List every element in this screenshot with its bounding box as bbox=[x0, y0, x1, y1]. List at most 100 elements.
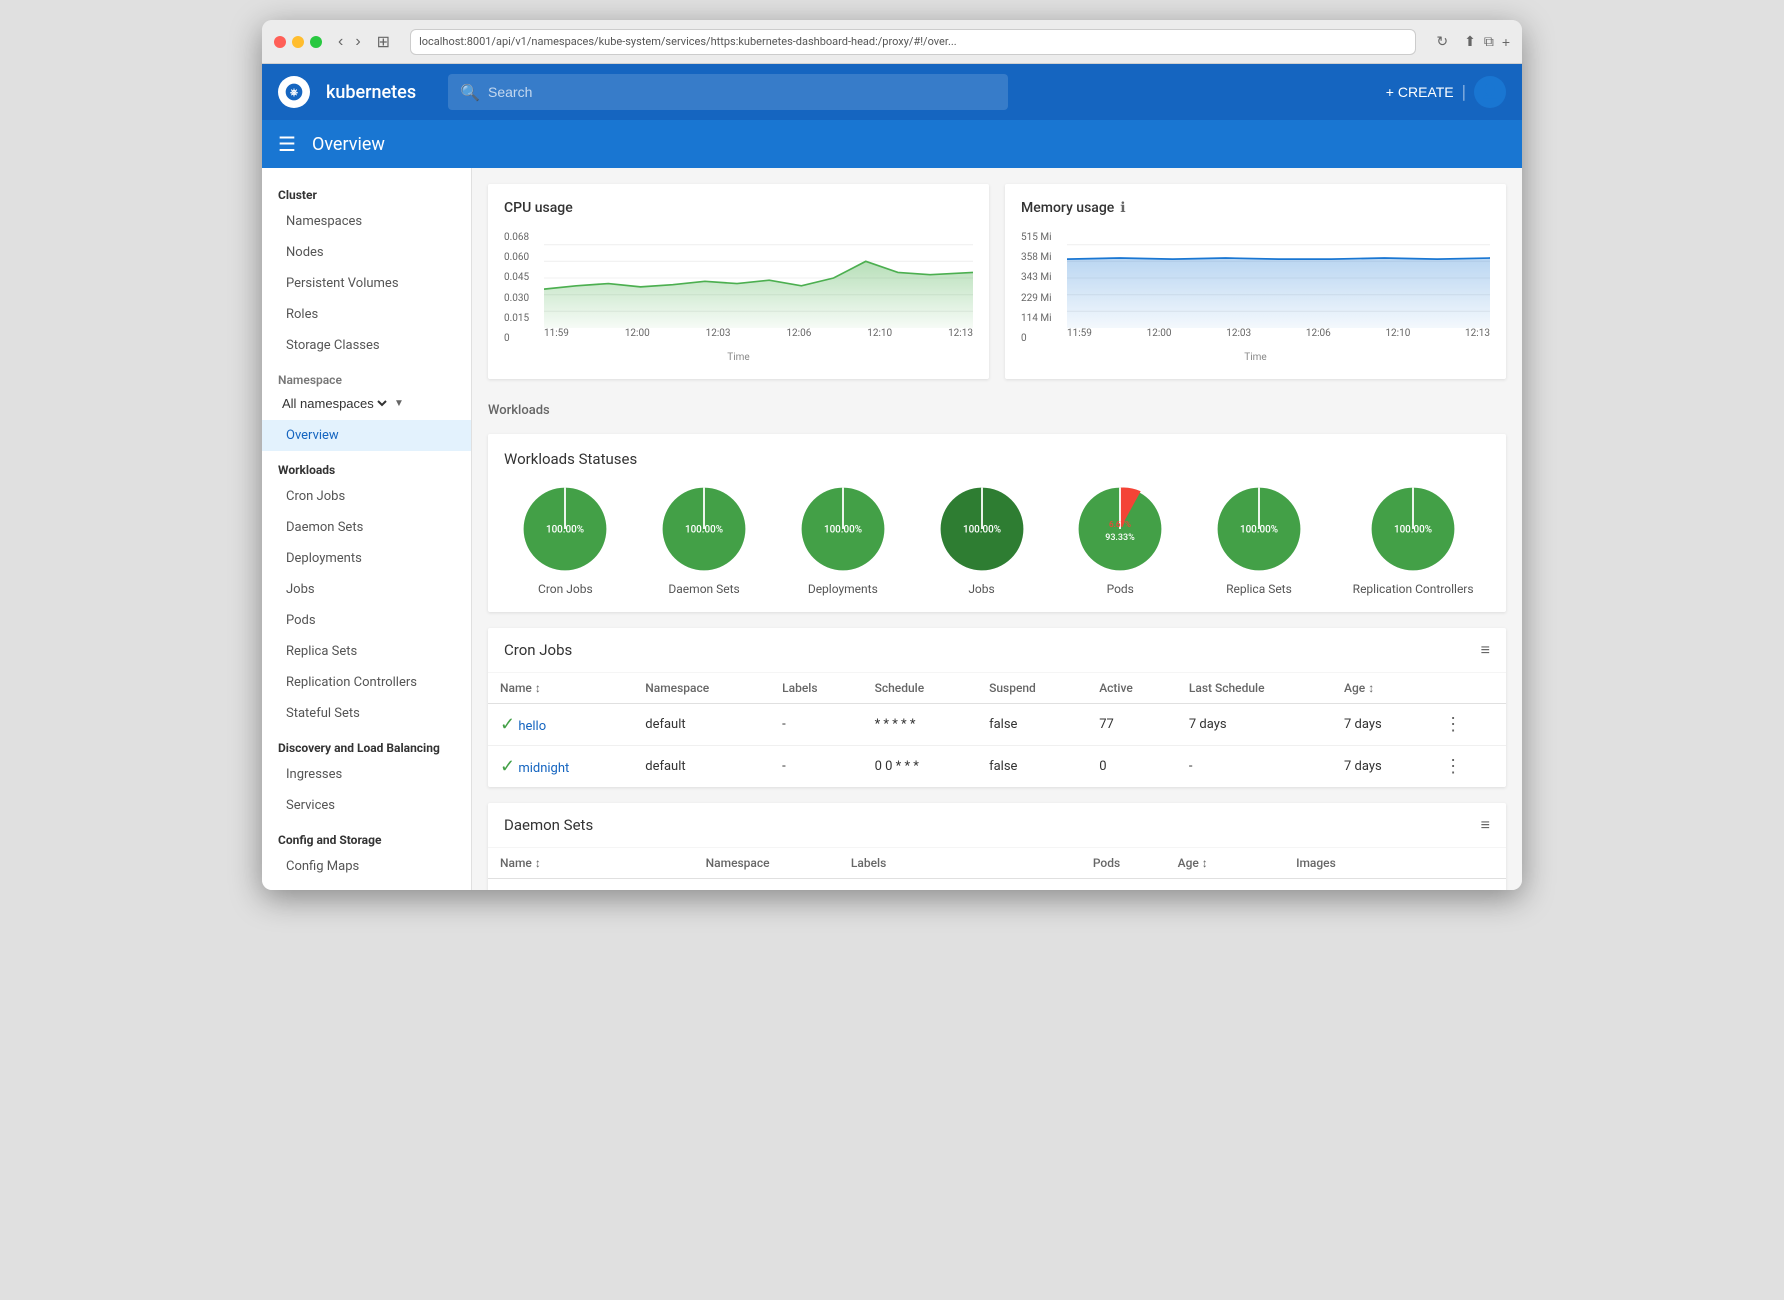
sidebar: Cluster Namespaces Nodes Persistent Volu… bbox=[262, 168, 472, 890]
sidebar-item-nodes[interactable]: Nodes bbox=[262, 237, 471, 268]
new-tab-button[interactable]: + bbox=[1502, 33, 1510, 50]
col-schedule: Schedule bbox=[863, 673, 978, 704]
sidebar-item-jobs[interactable]: Jobs bbox=[262, 574, 471, 605]
cron-jobs-header: Cron Jobs ≡ bbox=[488, 628, 1506, 673]
svg-text:100.00%: 100.00% bbox=[1394, 525, 1432, 536]
action-menu-icon[interactable]: ⋮ bbox=[1440, 714, 1466, 735]
memory-chart-svg bbox=[1067, 228, 1490, 328]
row-labels: name: nginx-daemon bbox=[839, 879, 1081, 891]
top-right: + CREATE | 👤 bbox=[1386, 76, 1506, 108]
status-check-icon: ✓ bbox=[500, 714, 515, 735]
sidebar-item-overview[interactable]: Overview bbox=[262, 420, 471, 451]
sidebar-item-ingresses[interactable]: Ingresses bbox=[262, 759, 471, 790]
row-images: nginx bbox=[1284, 879, 1389, 891]
search-input[interactable] bbox=[488, 84, 996, 100]
daemon-sets-label: Daemon Sets bbox=[668, 582, 739, 596]
sidebar-item-persistent-volumes[interactable]: Persistent Volumes bbox=[262, 268, 471, 299]
create-button[interactable]: + CREATE bbox=[1386, 84, 1454, 100]
sidebar-item-namespaces[interactable]: Namespaces bbox=[262, 206, 471, 237]
row-status-name: ✓ nginx-daemon bbox=[488, 879, 694, 891]
action-menu-icon[interactable]: ⋮ bbox=[1440, 756, 1466, 777]
namespace-select[interactable]: All namespaces bbox=[278, 395, 390, 412]
close-button[interactable] bbox=[274, 36, 286, 48]
col-name[interactable]: Name ↕ bbox=[488, 848, 694, 879]
replication-controllers-label: Replication Controllers bbox=[1353, 582, 1474, 596]
config-section-label: Config and Storage bbox=[262, 821, 471, 851]
main: Cluster Namespaces Nodes Persistent Volu… bbox=[262, 168, 1522, 890]
col-name[interactable]: Name ↕ bbox=[488, 673, 633, 704]
memory-chart-title: Memory usage ℹ bbox=[1021, 200, 1490, 216]
row-pods: 1 / 1 bbox=[1081, 879, 1166, 891]
sidebar-item-pvc[interactable]: Persistent Volume Claims bbox=[262, 882, 471, 890]
action-menu-icon[interactable]: ⋮ bbox=[1422, 889, 1448, 890]
sidebar-item-stateful-sets[interactable]: Stateful Sets bbox=[262, 698, 471, 729]
sidebar-item-pods[interactable]: Pods bbox=[262, 605, 471, 636]
svg-text:100.00%: 100.00% bbox=[824, 525, 862, 536]
svg-text:100.00%: 100.00% bbox=[962, 525, 1000, 536]
cron-jobs-pie[interactable]: 100.00% bbox=[520, 484, 610, 574]
tab-button[interactable]: ⧉ bbox=[1484, 33, 1494, 50]
jobs-label: Jobs bbox=[968, 582, 994, 596]
table-row: ✓ hello default - * * * * * false 77 7 d… bbox=[488, 704, 1506, 746]
sidebar-item-cron-jobs[interactable]: Cron Jobs bbox=[262, 481, 471, 512]
daemon-sets-filter-icon[interactable]: ≡ bbox=[1481, 815, 1490, 835]
title-bar: ‹ › ⊞ localhost:8001/api/v1/namespaces/k… bbox=[262, 20, 1522, 64]
cron-job-link-midnight[interactable]: midnight bbox=[518, 761, 569, 776]
sidebar-item-replication-controllers[interactable]: Replication Controllers bbox=[262, 667, 471, 698]
daemon-sets-title: Daemon Sets bbox=[504, 816, 593, 834]
pods-pie[interactable]: 6.67% 93.33% bbox=[1075, 484, 1165, 574]
col-age[interactable]: Age ↕ bbox=[1332, 673, 1428, 704]
col-age[interactable]: Age ↕ bbox=[1166, 848, 1284, 879]
minimize-button[interactable] bbox=[292, 36, 304, 48]
kube-logo: ⎈ bbox=[278, 76, 310, 108]
sidebar-item-daemon-sets[interactable]: Daemon Sets bbox=[262, 512, 471, 543]
daemon-sets-pie[interactable]: 100.00% bbox=[659, 484, 749, 574]
refresh-button[interactable]: ↻ bbox=[1436, 33, 1448, 50]
svg-text:100.00%: 100.00% bbox=[685, 525, 723, 536]
cpu-x-labels: 11:59 12:00 12:03 12:06 12:10 12:13 bbox=[544, 328, 973, 348]
namespace-row: All namespaces ▼ bbox=[262, 391, 471, 420]
table-row: ✓ nginx-daemon default name: nginx-daemo… bbox=[488, 879, 1506, 891]
pods-label: Pods bbox=[1107, 582, 1134, 596]
col-suspend: Suspend bbox=[977, 673, 1087, 704]
cron-jobs-table: Name ↕ Namespace Labels Schedule Suspend… bbox=[488, 673, 1506, 787]
app-name: kubernetes bbox=[326, 82, 416, 103]
back-button[interactable]: ‹ bbox=[334, 31, 347, 53]
row-last-schedule: 7 days bbox=[1177, 704, 1332, 746]
window-actions: ⬆ ⧉ + bbox=[1464, 33, 1510, 50]
replication-controllers-pie[interactable]: 100.00% bbox=[1368, 484, 1458, 574]
tab-grid-button[interactable]: ⊞ bbox=[377, 32, 390, 52]
share-button[interactable]: ⬆ bbox=[1464, 33, 1476, 50]
deployments-pie[interactable]: 100.00% bbox=[798, 484, 888, 574]
col-last-schedule: Last Schedule bbox=[1177, 673, 1332, 704]
cron-jobs-filter-icon[interactable]: ≡ bbox=[1481, 640, 1490, 660]
user-avatar[interactable]: 👤 bbox=[1474, 76, 1506, 108]
cpu-chart-card: CPU usage 0.068 0.060 0.045 0.030 0.015 … bbox=[488, 184, 989, 379]
sidebar-item-services[interactable]: Services bbox=[262, 790, 471, 821]
cron-jobs-section: Cron Jobs ≡ Name ↕ Namespace Labels Sche… bbox=[488, 628, 1506, 787]
menu-icon[interactable]: ☰ bbox=[278, 132, 296, 156]
row-namespace: default bbox=[694, 879, 839, 891]
maximize-button[interactable] bbox=[310, 36, 322, 48]
col-labels: Labels bbox=[839, 848, 1081, 879]
cpu-x-axis-label: Time bbox=[504, 352, 973, 363]
address-bar: localhost:8001/api/v1/namespaces/kube-sy… bbox=[410, 29, 1416, 55]
namespace-arrow: ▼ bbox=[394, 398, 404, 409]
deployments-label: Deployments bbox=[808, 582, 878, 596]
pie-pods: 6.67% 93.33% Pods bbox=[1075, 484, 1165, 596]
sidebar-item-roles[interactable]: Roles bbox=[262, 299, 471, 330]
cron-job-link-hello[interactable]: hello bbox=[518, 719, 546, 734]
cron-jobs-label: Cron Jobs bbox=[538, 582, 593, 596]
sidebar-item-replica-sets[interactable]: Replica Sets bbox=[262, 636, 471, 667]
row-active: 0 bbox=[1087, 746, 1177, 788]
row-labels: - bbox=[770, 746, 862, 788]
replica-sets-pie[interactable]: 100.00% bbox=[1214, 484, 1304, 574]
sidebar-item-storage-classes[interactable]: Storage Classes bbox=[262, 330, 471, 361]
sidebar-item-deployments[interactable]: Deployments bbox=[262, 543, 471, 574]
sidebar-item-config-maps[interactable]: Config Maps bbox=[262, 851, 471, 882]
jobs-pie[interactable]: 100.00% bbox=[937, 484, 1027, 574]
forward-button[interactable]: › bbox=[351, 31, 364, 53]
pie-replica-sets: 100.00% Replica Sets bbox=[1214, 484, 1304, 596]
search-bar[interactable]: 🔍 bbox=[448, 74, 1008, 110]
row-active: 77 bbox=[1087, 704, 1177, 746]
